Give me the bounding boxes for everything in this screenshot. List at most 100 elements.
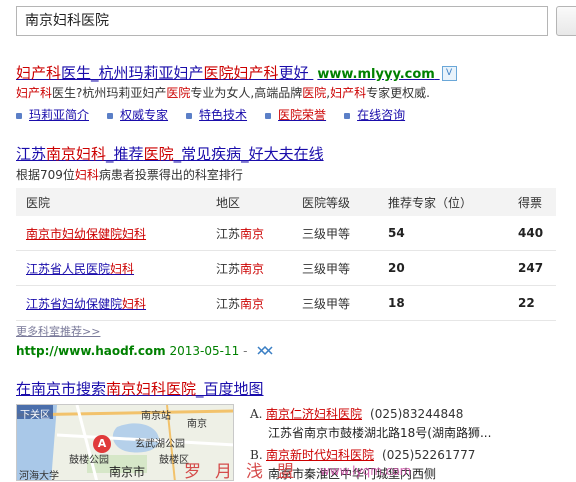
bullet-icon (344, 112, 351, 119)
sitelink-experts[interactable]: 权威专家 (107, 106, 168, 123)
map-marker-icon[interactable]: A (93, 435, 111, 453)
sitelink-intro[interactable]: 玛莉亚简介 (16, 106, 89, 123)
more-departments-link[interactable]: 更多科室推荐>> (16, 323, 100, 339)
hospital-name: 南京市妇幼保健院 (26, 226, 123, 241)
bullet-icon (265, 112, 272, 119)
result-date: 2013-05-11 (169, 344, 240, 358)
title-part: 江苏 (16, 145, 47, 163)
table-header-row: 医院 地区 医院等级 推荐专家（位） 得票 (16, 188, 556, 216)
region-city: 南京 (240, 261, 265, 276)
bullet-icon (107, 112, 114, 119)
location-phone: (025)52261777 (382, 448, 476, 462)
ad-desc-part: 专家更权威. (366, 86, 430, 100)
sitelink-consult[interactable]: 在线咨询 (344, 106, 405, 123)
experts-cell: 54 (378, 216, 508, 251)
region-province: 江苏 (216, 226, 241, 241)
column-header: 地区 (206, 188, 292, 216)
map-label: 下关区 (20, 410, 50, 421)
map-label: 南京市 (109, 465, 146, 479)
region-cell: 江苏南京 (206, 250, 292, 286)
ad-desc-part: 妇产科 (330, 86, 367, 100)
search-button[interactable] (556, 6, 576, 36)
location-name-link[interactable]: 南京仁济妇科医院 (266, 407, 362, 421)
bullet-icon (186, 112, 193, 119)
votes-cell: 247 (508, 250, 556, 286)
column-header: 医院等级 (292, 188, 378, 216)
ad-title-part: 妇产科 (16, 64, 62, 82)
region-province: 江苏 (216, 296, 241, 311)
experts-cell: 20 (378, 250, 508, 286)
ad-sitelinks: 玛莉亚简介 权威专家 特色技术 医院荣誉 在线咨询 (16, 106, 423, 123)
votes-cell: 440 (508, 216, 556, 251)
ad-desc-part: 医生?杭州玛莉亚妇产 (52, 86, 167, 100)
hospital-dept: 妇科 (122, 226, 147, 241)
ad-desc-part: 医院 (302, 86, 327, 100)
ad-desc-part: 妇产科 (16, 86, 53, 100)
column-header: 医院 (16, 188, 206, 216)
title-part: _百度地图 (196, 380, 264, 398)
map-result-title-link[interactable]: 在南京市搜索南京妇科医院_百度地图 (16, 378, 264, 399)
experts-cell: 18 (378, 285, 508, 321)
ad-title-part: 妇产科 (233, 64, 279, 82)
hospital-link[interactable]: 南京市妇幼保健院妇科 (16, 216, 206, 251)
verified-badge-icon[interactable]: V (441, 66, 457, 81)
map-label: 鼓楼公园 (69, 455, 109, 466)
ad-url: www.mlyyy.com (317, 67, 435, 82)
column-header: 得票 (508, 188, 556, 216)
ad-title-link[interactable]: 妇产科医生_杭州玛莉亚妇产医院妇产科更好 www.mlyyy.com V (16, 62, 457, 83)
sitelink-tech[interactable]: 特色技术 (186, 106, 247, 123)
hospital-link[interactable]: 江苏省人民医院妇科 (16, 250, 206, 286)
sitelink-label: 特色技术 (199, 108, 248, 122)
hospital-dept: 妇科 (122, 296, 147, 311)
search-input[interactable]: 南京妇科医院 (16, 6, 548, 36)
map-label: 河海大学 (19, 471, 59, 481)
title-part: 南京妇科医院 (106, 380, 197, 398)
hospital-name: 江苏省妇幼保健院 (26, 296, 123, 311)
region-cell: 江苏南京 (206, 216, 292, 251)
region-province: 江苏 (216, 261, 241, 276)
region-city: 南京 (240, 226, 265, 241)
column-header: 推荐专家（位） (378, 188, 508, 216)
watermark-url: www.lyqm.com (320, 464, 412, 478)
table-row: 江苏省人民医院妇科 江苏南京 三级甲等 20 247 (16, 250, 556, 286)
subtitle-part: 病患者投票得出的科室排行 (98, 168, 243, 182)
subtitle-part: 根据709位 (16, 168, 75, 182)
grade-cell: 三级甲等 (292, 216, 378, 251)
hospital-link[interactable]: 江苏省妇幼保健院妇科 (16, 285, 206, 321)
map-label: 南京 (187, 419, 207, 430)
grade-cell: 三级甲等 (292, 285, 378, 321)
snapshot-icon[interactable] (257, 345, 273, 358)
sitelink-label: 医院荣誉 (278, 108, 327, 122)
ad-title-part: 医院 (203, 64, 234, 82)
title-part: 在南京市搜索 (16, 380, 107, 398)
result-title-link[interactable]: 江苏南京妇科_推荐医院_常见疾病_好大夫在线 (16, 143, 324, 164)
hospital-name: 江苏省人民医院 (26, 261, 111, 276)
title-part: 妇科 (76, 145, 107, 163)
title-part: 医院 (143, 145, 174, 163)
title-part: _推荐 (106, 145, 144, 163)
location-item: A. 南京仁济妇科医院 (025)83244848 (250, 405, 463, 422)
hospital-dept: 妇科 (110, 261, 135, 276)
region-cell: 江苏南京 (206, 285, 292, 321)
ad-desc-part: 专业为女人,高端品牌 (190, 86, 303, 100)
result-subtitle: 根据709位妇科病患者投票得出的科室排行 (16, 166, 243, 183)
ad-description: 妇产科医生?杭州玛莉亚妇产医院专业为女人,高端品牌医院,妇产科专家更权威. (16, 84, 430, 101)
bullet-icon (16, 112, 22, 119)
title-part: 南京 (46, 145, 77, 163)
map-label: 玄武湖公园 (135, 439, 185, 450)
sitelink-label: 玛莉亚简介 (29, 108, 90, 122)
sitelink-honors[interactable]: 医院荣誉 (265, 106, 326, 123)
ad-title-part: 医生_杭州玛莉亚妇产 (61, 64, 204, 82)
grade-cell: 三级甲等 (292, 250, 378, 286)
sitelink-label: 权威专家 (120, 108, 169, 122)
map-label: 南京站 (141, 411, 171, 422)
ad-desc-part: 医院 (166, 86, 191, 100)
location-phone: (025)83244848 (370, 407, 464, 421)
watermark-text: 罗月浅盟 (184, 462, 308, 482)
result-url: http://www.haodf.com (16, 344, 166, 358)
title-part: _常见疾病_好大夫在线 (173, 145, 324, 163)
location-address: 江苏省南京市鼓楼湖北路18号(湖南路狮... (268, 426, 492, 440)
table-row: 江苏省妇幼保健院妇科 江苏南京 三级甲等 18 22 (16, 285, 556, 321)
subtitle-part: 妇科 (74, 168, 99, 182)
table-row: 南京市妇幼保健院妇科 江苏南京 三级甲等 54 440 (16, 216, 556, 251)
